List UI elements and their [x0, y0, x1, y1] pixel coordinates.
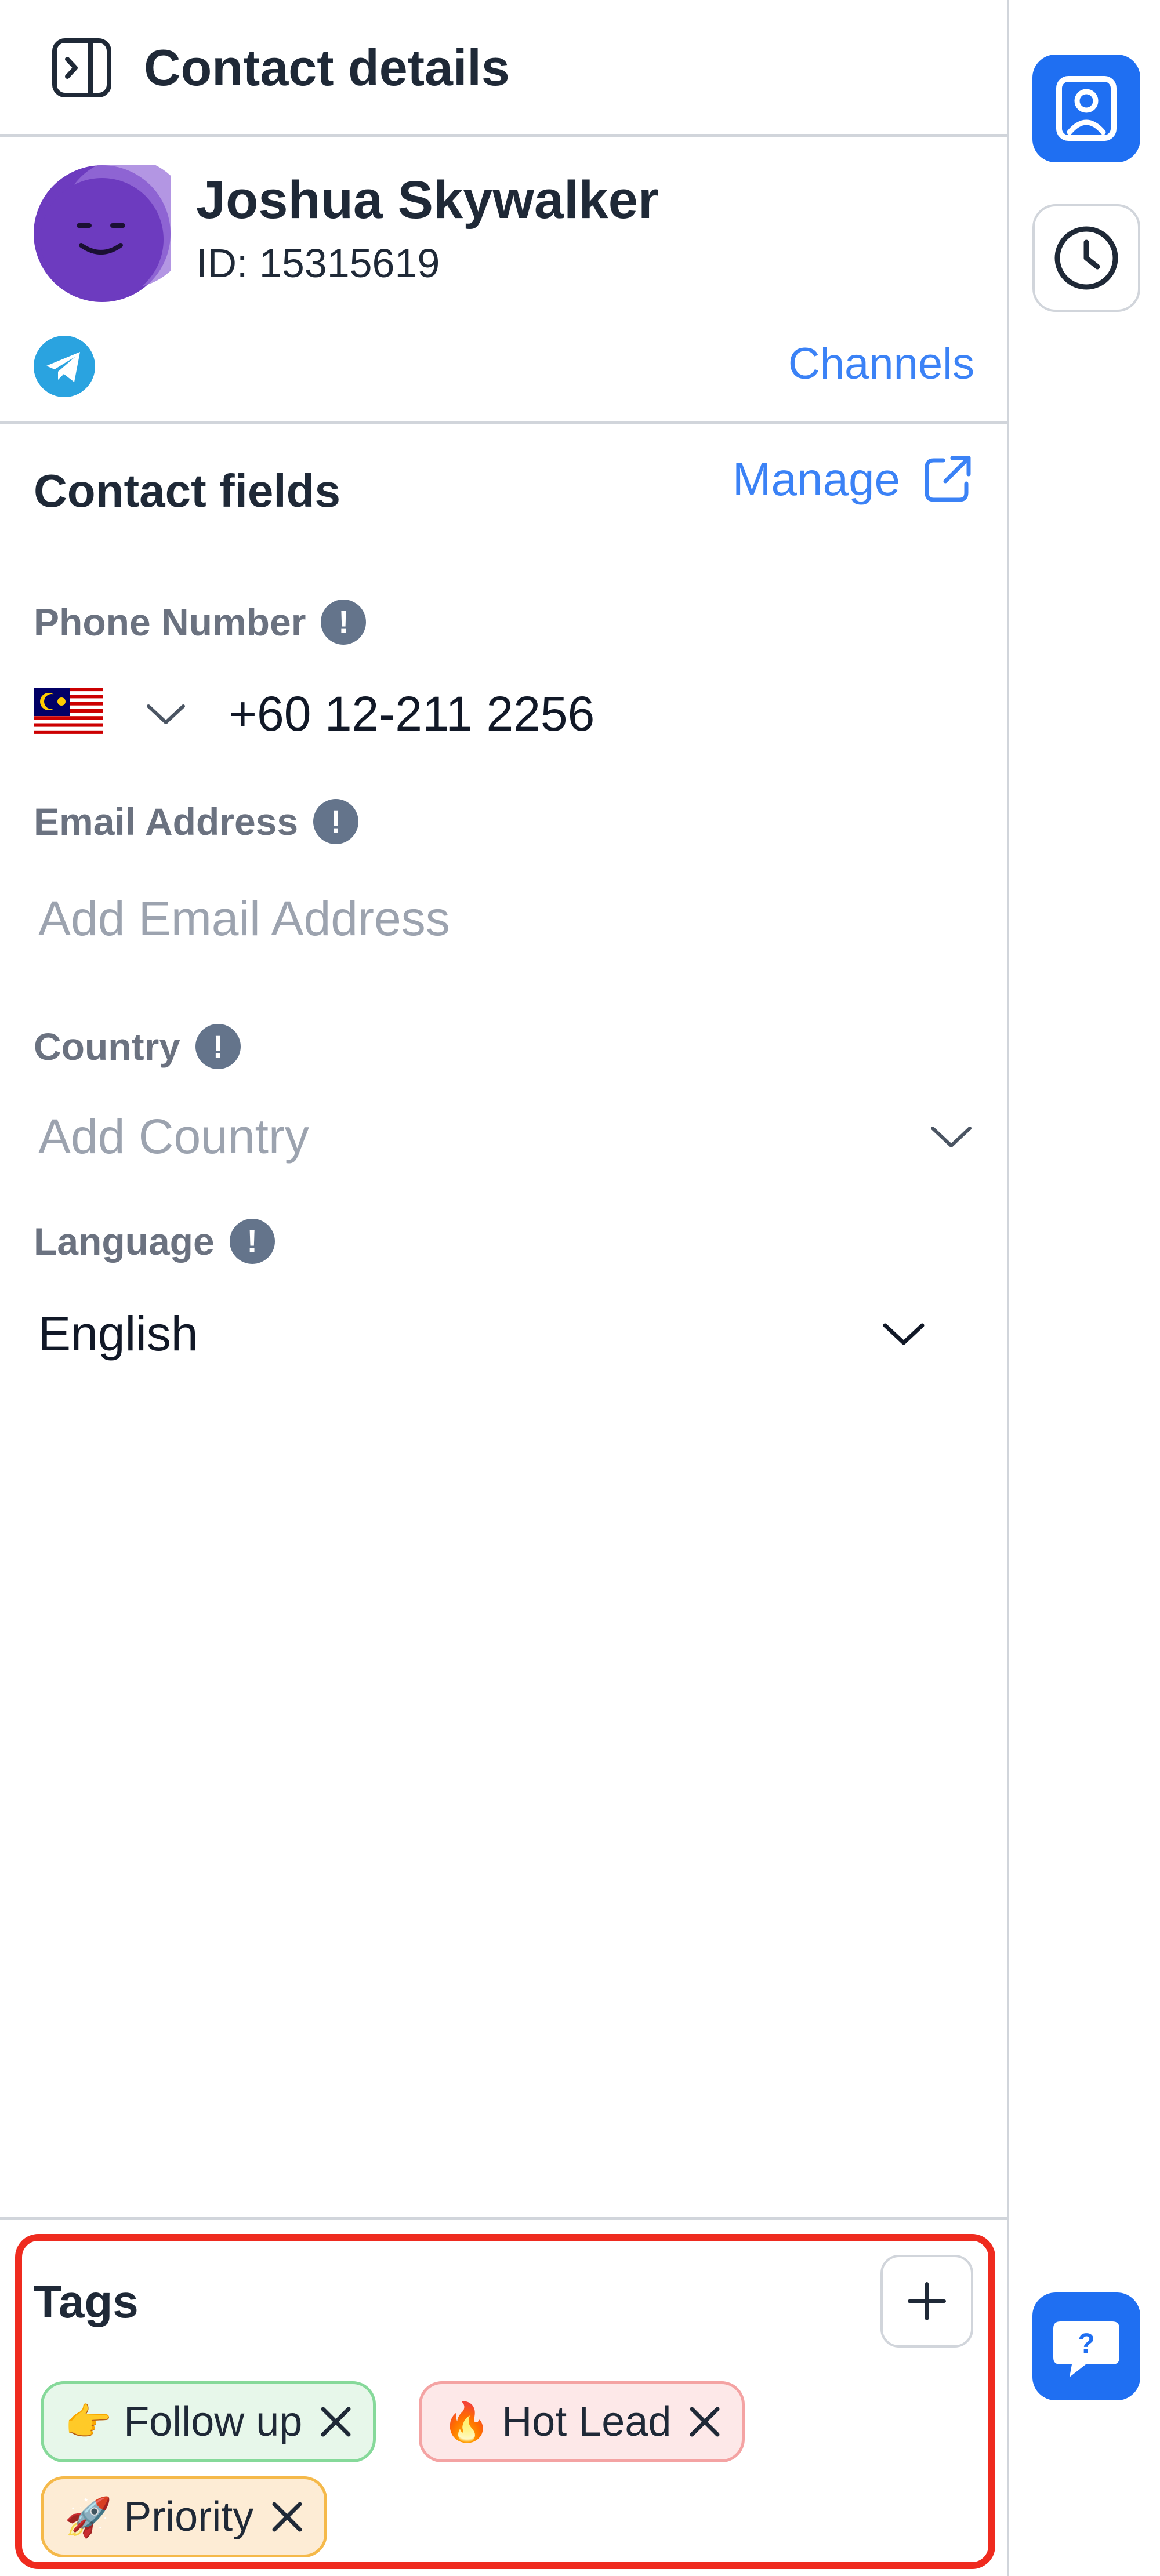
contact-profile: Joshua Skywalker ID: 15315619 Channels	[0, 140, 1007, 424]
close-icon[interactable]	[265, 2495, 309, 2539]
tag-chip[interactable]: 👉 Follow up	[41, 2381, 376, 2462]
manage-fields-link[interactable]: Manage	[733, 448, 974, 511]
language-label: Language !	[34, 1215, 275, 1267]
email-address-label-text: Email Address	[34, 800, 299, 843]
add-tag-button[interactable]	[880, 2255, 973, 2348]
contact-id: ID: 15315619	[196, 241, 440, 286]
phone-number-input[interactable]: +60 12-211 2256	[229, 682, 925, 746]
rocket-icon: 🚀	[64, 2495, 113, 2538]
tags-title: Tags	[34, 2276, 139, 2327]
contact-details-panel: Contact details Joshua Skywalker ID: 153…	[0, 0, 1009, 2576]
tag-label: Priority	[124, 2494, 254, 2540]
contact-name: Joshua Skywalker	[196, 170, 659, 230]
info-icon[interactable]: !	[313, 799, 359, 844]
info-icon[interactable]: !	[229, 1219, 275, 1264]
help-glyph: ?	[1078, 2328, 1094, 2359]
tag-chip[interactable]: 🔥 Hot Lead	[419, 2381, 745, 2462]
language-select[interactable]: English	[34, 1299, 973, 1368]
language-label-text: Language	[34, 1220, 215, 1263]
phone-number-label: Phone Number !	[34, 596, 367, 648]
help-chat-icon: ?	[1053, 2321, 1119, 2377]
contact-fields-title: Contact fields	[34, 465, 340, 517]
info-icon[interactable]: !	[195, 1024, 241, 1069]
tags-section: Tags 👉 Follow up 🔥 Hot Lead 🚀 Priority	[0, 2217, 1007, 2576]
email-address-input[interactable]: Add Email Address	[34, 884, 973, 953]
info-icon[interactable]: !	[321, 600, 367, 645]
malaysia-flag-icon[interactable]	[34, 688, 103, 737]
chevron-down-icon[interactable]	[928, 1120, 974, 1153]
country-label-text: Country	[34, 1025, 180, 1068]
chevron-down-icon[interactable]	[143, 696, 189, 731]
telegram-icon[interactable]	[34, 336, 95, 397]
contact-details-button[interactable]	[1032, 55, 1140, 162]
email-address-label: Email Address !	[34, 795, 359, 848]
external-link-icon	[925, 456, 971, 502]
country-label: Country !	[34, 1020, 241, 1073]
manage-label: Manage	[732, 453, 900, 505]
country-select[interactable]: Add Country	[34, 1102, 973, 1171]
clock-icon	[1054, 226, 1118, 290]
phone-number-field: +60 12-211 2256	[34, 682, 973, 746]
tag-label: Hot Lead	[502, 2399, 672, 2445]
pointing-hand-icon: 👉	[64, 2400, 113, 2443]
panel-header: Contact details	[0, 0, 1007, 137]
chevron-down-icon[interactable]	[880, 1317, 927, 1350]
channels-link[interactable]: Channels	[788, 332, 974, 396]
help-button[interactable]: ?	[1032, 2292, 1140, 2400]
page-title: Contact details	[144, 39, 510, 96]
fire-icon: 🔥	[443, 2400, 491, 2443]
contact-card-icon	[1056, 76, 1116, 141]
history-button[interactable]	[1032, 204, 1140, 312]
avatar	[34, 158, 191, 302]
collapse-panel-icon[interactable]	[50, 36, 114, 100]
close-icon[interactable]	[314, 2400, 358, 2444]
tag-chip[interactable]: 🚀 Priority	[41, 2476, 328, 2557]
phone-number-label-text: Phone Number	[34, 601, 306, 644]
plus-icon	[908, 2282, 946, 2320]
tag-label: Follow up	[124, 2399, 303, 2445]
close-icon[interactable]	[683, 2400, 727, 2444]
